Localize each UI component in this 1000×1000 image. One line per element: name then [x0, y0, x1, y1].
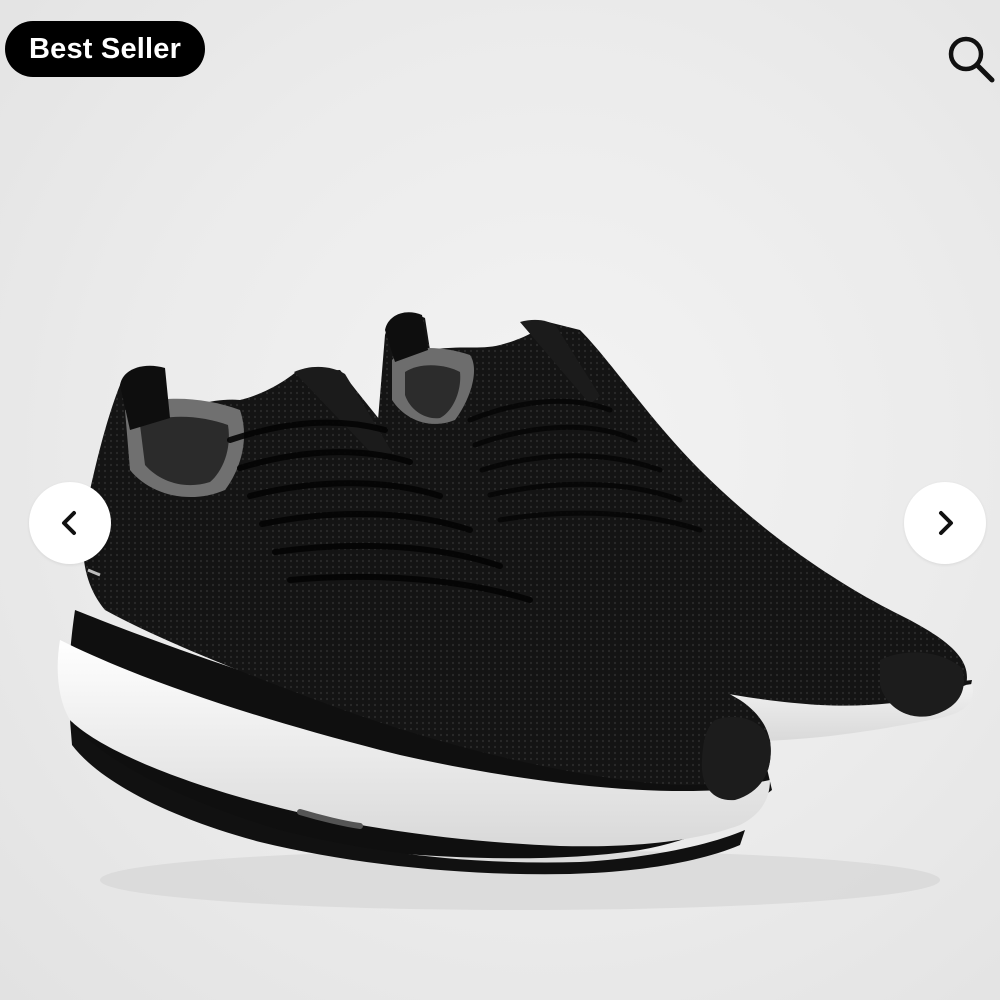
chevron-right-icon: [939, 511, 953, 535]
search-button[interactable]: [944, 32, 998, 86]
chevron-left-icon: [62, 511, 76, 535]
product-gallery: Best Seller: [0, 0, 1000, 1000]
search-icon: [948, 36, 995, 83]
best-seller-badge: Best Seller: [5, 21, 206, 77]
product-image: [57, 312, 973, 910]
next-image-button[interactable]: [904, 482, 986, 564]
previous-image-button[interactable]: [29, 482, 111, 564]
best-seller-label: Best Seller: [29, 32, 182, 65]
